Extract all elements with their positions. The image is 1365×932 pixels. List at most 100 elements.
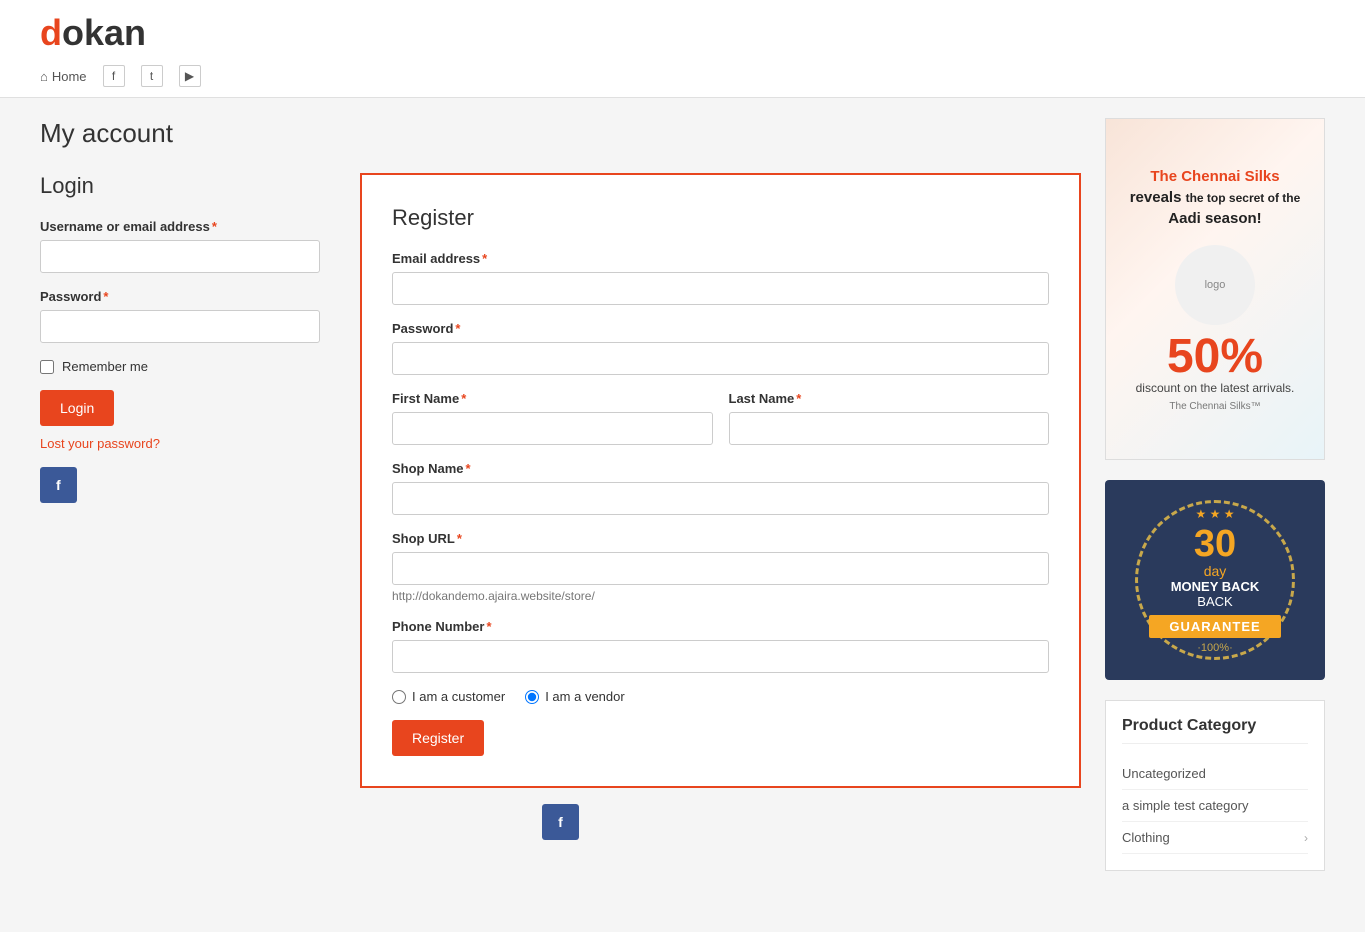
login-facebook-button[interactable]: f bbox=[40, 467, 77, 503]
guarantee-badge: ★ ★ ★ 30 day MONEY BACK BACK GUARANTEE ·… bbox=[1135, 500, 1295, 660]
ad-headline: The Chennai Silks reveals the top secret… bbox=[1130, 166, 1301, 229]
ad-discount-text: discount on the latest arrivals. bbox=[1136, 381, 1295, 395]
twitter-icon: t bbox=[141, 65, 163, 87]
last-name-input[interactable] bbox=[729, 412, 1050, 445]
ad-line4: Aadi season! bbox=[1168, 210, 1261, 227]
login-section: Login Username or email address* Passwor… bbox=[40, 173, 320, 788]
ad-discount-number: 50% bbox=[1167, 333, 1263, 381]
login-password-label: Password* bbox=[40, 289, 320, 304]
first-name-input[interactable] bbox=[392, 412, 713, 445]
customer-radio-label: I am a customer bbox=[412, 689, 505, 704]
product-category-title: Product Category bbox=[1122, 717, 1308, 744]
shop-url-input[interactable] bbox=[392, 552, 1049, 585]
phone-input[interactable] bbox=[392, 640, 1049, 673]
last-name-group: Last Name* bbox=[729, 391, 1050, 445]
badge-money: MONEY BACK bbox=[1171, 579, 1260, 594]
register-password-input[interactable] bbox=[392, 342, 1049, 375]
page-title: My account bbox=[40, 118, 1081, 149]
ad-content: The Chennai Silks reveals the top secret… bbox=[1106, 119, 1324, 459]
register-password-label: Password* bbox=[392, 321, 1049, 336]
vendor-radio-item: I am a vendor bbox=[525, 689, 625, 704]
nav-twitter[interactable]: t bbox=[141, 65, 163, 87]
badge-back: BACK bbox=[1197, 594, 1232, 609]
ad-footer: The Chennai Silks™ bbox=[1169, 401, 1260, 412]
category-item[interactable]: Uncategorized bbox=[1122, 758, 1308, 790]
role-radio-row: I am a customer I am a vendor bbox=[392, 689, 1049, 704]
first-name-required: * bbox=[461, 391, 466, 406]
shop-url-label: Shop URL* bbox=[392, 531, 1049, 546]
product-category-widget: Product Category Uncategorizeda simple t… bbox=[1105, 700, 1325, 871]
login-title: Login bbox=[40, 173, 320, 199]
register-section: Register Email address* Password* bbox=[360, 173, 1081, 788]
register-facebook-row: f bbox=[40, 804, 1081, 840]
badge-guarantee: GUARANTEE bbox=[1149, 615, 1280, 638]
last-name-label: Last Name* bbox=[729, 391, 1050, 406]
ad-brand: The Chennai Silks bbox=[1150, 168, 1279, 185]
last-name-required: * bbox=[796, 391, 801, 406]
badge-day-text: day bbox=[1204, 563, 1227, 579]
category-list: Uncategorizeda simple test categoryCloth… bbox=[1122, 758, 1308, 854]
vendor-radio[interactable] bbox=[525, 690, 539, 704]
shop-url-hint: http://dokandemo.ajaira.website/store/ bbox=[392, 589, 1049, 603]
register-facebook-button[interactable]: f bbox=[542, 804, 579, 840]
email-required: * bbox=[482, 251, 487, 266]
shop-url-group: Shop URL* http://dokandemo.ajaira.websit… bbox=[392, 531, 1049, 603]
remember-label: Remember me bbox=[62, 359, 148, 374]
nav-facebook[interactable]: f bbox=[103, 65, 125, 87]
username-input[interactable] bbox=[40, 240, 320, 273]
ad-line2: reveals bbox=[1130, 189, 1182, 206]
remember-row: Remember me bbox=[40, 359, 320, 374]
forms-row: Login Username or email address* Passwor… bbox=[40, 173, 1081, 788]
register-password-required: * bbox=[455, 321, 460, 336]
logo-rest: okan bbox=[62, 12, 146, 53]
nav-home[interactable]: ⌂ Home bbox=[40, 69, 87, 84]
ad-banner: The Chennai Silks reveals the top secret… bbox=[1105, 118, 1325, 460]
vendor-radio-label: I am a vendor bbox=[545, 689, 625, 704]
password-group: Password* bbox=[40, 289, 320, 343]
category-item[interactable]: a simple test category bbox=[1122, 790, 1308, 822]
register-title: Register bbox=[392, 205, 1049, 231]
register-button[interactable]: Register bbox=[392, 720, 484, 756]
username-group: Username or email address* bbox=[40, 219, 320, 273]
category-item[interactable]: Clothing› bbox=[1122, 822, 1308, 854]
content-area: My account Login Username or email addre… bbox=[40, 118, 1081, 871]
first-name-label: First Name* bbox=[392, 391, 713, 406]
sidebar: The Chennai Silks reveals the top secret… bbox=[1105, 118, 1325, 871]
email-input[interactable] bbox=[392, 272, 1049, 305]
logo: dokan bbox=[40, 15, 1325, 51]
customer-radio-item: I am a customer bbox=[392, 689, 505, 704]
name-fields-row: First Name* Last Name* bbox=[392, 391, 1049, 461]
lost-password-link[interactable]: Lost your password? bbox=[40, 436, 320, 451]
login-button[interactable]: Login bbox=[40, 390, 114, 426]
phone-group: Phone Number* bbox=[392, 619, 1049, 673]
ad-logo-placeholder: logo bbox=[1175, 245, 1255, 325]
phone-required: * bbox=[486, 619, 491, 634]
login-password-input[interactable] bbox=[40, 310, 320, 343]
shop-name-group: Shop Name* bbox=[392, 461, 1049, 515]
remember-checkbox[interactable] bbox=[40, 360, 54, 374]
navigation: ⌂ Home f t ▶ bbox=[40, 61, 1325, 87]
shop-name-label: Shop Name* bbox=[392, 461, 1049, 476]
logo-d: d bbox=[40, 12, 62, 53]
email-group: Email address* bbox=[392, 251, 1049, 305]
category-arrow: › bbox=[1304, 831, 1308, 845]
phone-label: Phone Number* bbox=[392, 619, 1049, 634]
shop-name-required: * bbox=[466, 461, 471, 476]
customer-radio[interactable] bbox=[392, 690, 406, 704]
facebook-icon: f bbox=[103, 65, 125, 87]
badge-days: 30 bbox=[1194, 525, 1236, 563]
header: dokan ⌂ Home f t ▶ bbox=[0, 0, 1365, 98]
shop-name-input[interactable] bbox=[392, 482, 1049, 515]
youtube-icon: ▶ bbox=[179, 65, 201, 87]
badge-percent: ·100%· bbox=[1197, 642, 1232, 654]
badge-stars: ★ ★ ★ bbox=[1196, 507, 1235, 521]
ad-line3: the top secret of the bbox=[1186, 191, 1301, 205]
nav-youtube[interactable]: ▶ bbox=[179, 65, 201, 87]
register-password-group: Password* bbox=[392, 321, 1049, 375]
nav-home-label: Home bbox=[52, 69, 87, 84]
shop-url-required: * bbox=[457, 531, 462, 546]
username-label: Username or email address* bbox=[40, 219, 320, 234]
email-label: Email address* bbox=[392, 251, 1049, 266]
home-icon: ⌂ bbox=[40, 69, 48, 84]
login-password-required: * bbox=[103, 289, 108, 304]
